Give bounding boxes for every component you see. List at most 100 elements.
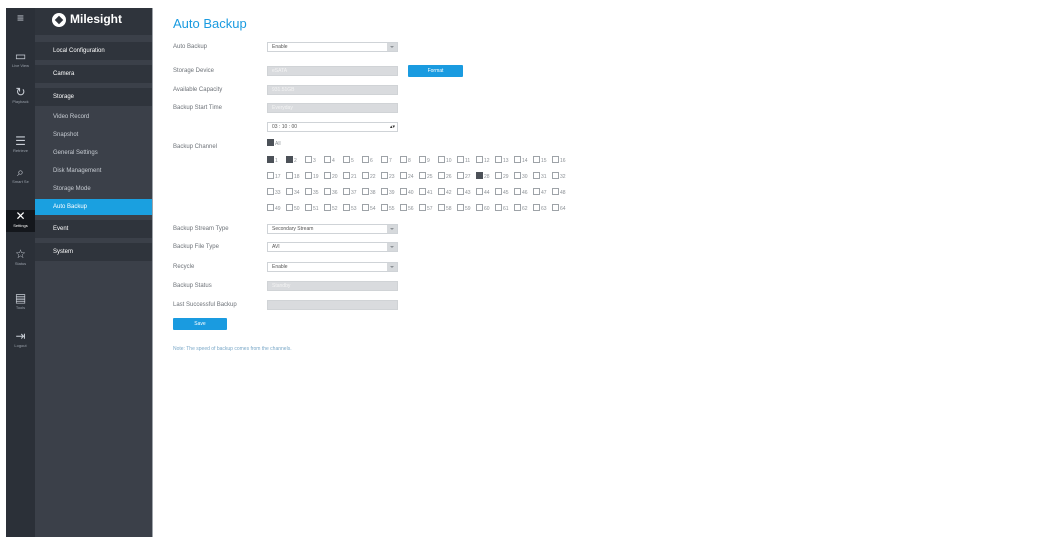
menu-video-record[interactable]: Video Record [35, 109, 152, 125]
channel-checkbox-37[interactable]: 37 [343, 188, 362, 197]
channel-checkbox-41[interactable]: 41 [419, 188, 438, 197]
channel-checkbox-8[interactable]: 8 [400, 156, 419, 165]
channel-checkbox-58[interactable]: 58 [438, 204, 457, 213]
channel-checkbox-21[interactable]: 21 [343, 172, 362, 181]
all-channels-checkbox[interactable]: All [267, 139, 281, 148]
channel-checkbox-57[interactable]: 57 [419, 204, 438, 213]
channel-checkbox-64[interactable]: 64 [552, 204, 571, 213]
channel-checkbox-34[interactable]: 34 [286, 188, 305, 197]
backup-file-type-select[interactable]: AVI [267, 242, 398, 252]
channel-checkbox-53[interactable]: 53 [343, 204, 362, 213]
channel-checkbox-31[interactable]: 31 [533, 172, 552, 181]
channel-checkbox-32[interactable]: 32 [552, 172, 571, 181]
channel-checkbox-10[interactable]: 10 [438, 156, 457, 165]
channel-checkbox-7[interactable]: 7 [381, 156, 400, 165]
channel-checkbox-29[interactable]: 29 [495, 172, 514, 181]
nav-menu[interactable]: ≡ [6, 12, 35, 34]
channel-checkbox-27[interactable]: 27 [457, 172, 476, 181]
channel-checkbox-17[interactable]: 17 [267, 172, 286, 181]
channel-checkbox-55[interactable]: 55 [381, 204, 400, 213]
channel-checkbox-13[interactable]: 13 [495, 156, 514, 165]
checkbox-icon [533, 204, 540, 212]
auto-backup-select[interactable]: Enable [267, 42, 398, 52]
channel-checkbox-19[interactable]: 19 [305, 172, 324, 181]
channel-checkbox-48[interactable]: 48 [552, 188, 571, 197]
channel-checkbox-26[interactable]: 26 [438, 172, 457, 181]
channel-checkbox-38[interactable]: 38 [362, 188, 381, 197]
channel-checkbox-59[interactable]: 59 [457, 204, 476, 213]
channel-checkbox-60[interactable]: 60 [476, 204, 495, 213]
channel-checkbox-56[interactable]: 56 [400, 204, 419, 213]
nav-smart-search[interactable]: ⌕ Smart Se [6, 166, 35, 188]
channel-checkbox-16[interactable]: 16 [552, 156, 571, 165]
backup-stream-type-label: Backup Stream Type [173, 226, 229, 232]
channel-number: 54 [370, 206, 376, 212]
nav-live-view[interactable]: ▭ Live View [6, 50, 35, 72]
channel-checkbox-33[interactable]: 33 [267, 188, 286, 197]
channel-checkbox-18[interactable]: 18 [286, 172, 305, 181]
channel-checkbox-24[interactable]: 24 [400, 172, 419, 181]
nav-settings[interactable]: ✕ Settings [6, 210, 35, 232]
channel-checkbox-54[interactable]: 54 [362, 204, 381, 213]
menu-storage[interactable]: Storage [35, 88, 152, 106]
menu-auto-backup[interactable]: Auto Backup [35, 199, 152, 215]
channel-checkbox-61[interactable]: 61 [495, 204, 514, 213]
backup-start-time-input[interactable]: 03 : 10 : 00 ▴▾ [267, 122, 398, 132]
menu-camera[interactable]: Camera [35, 65, 152, 83]
channel-checkbox-47[interactable]: 47 [533, 188, 552, 197]
channel-checkbox-50[interactable]: 50 [286, 204, 305, 213]
save-button[interactable]: Save [173, 318, 227, 330]
channel-checkbox-45[interactable]: 45 [495, 188, 514, 197]
nav-retrieve[interactable]: ☰ Retrieve [6, 135, 35, 157]
channel-checkbox-49[interactable]: 49 [267, 204, 286, 213]
channel-checkbox-5[interactable]: 5 [343, 156, 362, 165]
channel-checkbox-62[interactable]: 62 [514, 204, 533, 213]
menu-storage-mode[interactable]: Storage Mode [35, 181, 152, 197]
channel-number: 51 [313, 206, 319, 212]
channel-checkbox-1[interactable]: 1 [267, 156, 286, 165]
channel-checkbox-35[interactable]: 35 [305, 188, 324, 197]
channel-number: 5 [351, 158, 354, 164]
menu-disk-management[interactable]: Disk Management [35, 163, 152, 179]
channel-checkbox-2[interactable]: 2 [286, 156, 305, 165]
nav-tools[interactable]: ▤ Tools [6, 292, 35, 314]
menu-snapshot[interactable]: Snapshot [35, 127, 152, 143]
channel-checkbox-9[interactable]: 9 [419, 156, 438, 165]
recycle-select[interactable]: Enable [267, 262, 398, 272]
channel-checkbox-12[interactable]: 12 [476, 156, 495, 165]
channel-checkbox-15[interactable]: 15 [533, 156, 552, 165]
channel-checkbox-52[interactable]: 52 [324, 204, 343, 213]
channel-checkbox-23[interactable]: 23 [381, 172, 400, 181]
channel-checkbox-63[interactable]: 63 [533, 204, 552, 213]
nav-playback[interactable]: ↻ Playback [6, 86, 35, 108]
channel-number: 37 [351, 190, 357, 196]
channel-checkbox-46[interactable]: 46 [514, 188, 533, 197]
menu-general-settings[interactable]: General Settings [35, 145, 152, 161]
channel-checkbox-42[interactable]: 42 [438, 188, 457, 197]
channel-checkbox-43[interactable]: 43 [457, 188, 476, 197]
menu-system[interactable]: System [35, 243, 152, 261]
menu-local-configuration[interactable]: Local Configuration [35, 42, 152, 60]
channel-checkbox-22[interactable]: 22 [362, 172, 381, 181]
channel-checkbox-25[interactable]: 25 [419, 172, 438, 181]
spinner-icon[interactable]: ▴▾ [390, 123, 395, 131]
channel-checkbox-30[interactable]: 30 [514, 172, 533, 181]
nav-logout[interactable]: ⇥ Logout [6, 330, 35, 352]
format-button[interactable]: Format [408, 65, 463, 77]
channel-number: 30 [522, 174, 528, 180]
channel-checkbox-4[interactable]: 4 [324, 156, 343, 165]
channel-checkbox-28[interactable]: 28 [476, 172, 495, 181]
channel-checkbox-44[interactable]: 44 [476, 188, 495, 197]
backup-stream-type-select[interactable]: Secondary Stream [267, 224, 398, 234]
nav-status[interactable]: ☆ Status [6, 248, 35, 270]
channel-checkbox-14[interactable]: 14 [514, 156, 533, 165]
channel-checkbox-20[interactable]: 20 [324, 172, 343, 181]
channel-checkbox-40[interactable]: 40 [400, 188, 419, 197]
channel-checkbox-6[interactable]: 6 [362, 156, 381, 165]
channel-checkbox-3[interactable]: 3 [305, 156, 324, 165]
menu-event[interactable]: Event [35, 220, 152, 238]
channel-checkbox-51[interactable]: 51 [305, 204, 324, 213]
channel-checkbox-39[interactable]: 39 [381, 188, 400, 197]
channel-checkbox-36[interactable]: 36 [324, 188, 343, 197]
channel-checkbox-11[interactable]: 11 [457, 156, 476, 165]
